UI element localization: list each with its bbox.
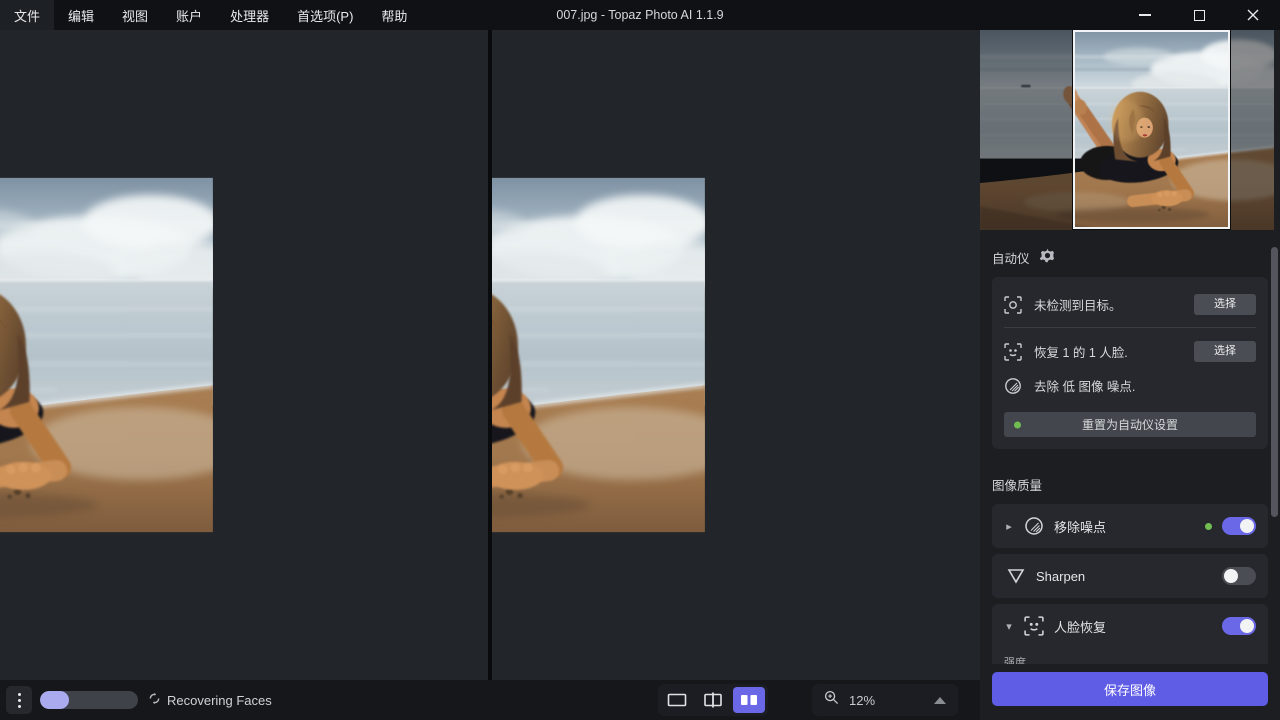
- viewport-rectangle[interactable]: [1073, 30, 1230, 229]
- menu-help[interactable]: 帮助: [367, 0, 421, 30]
- sharpen-label: Sharpen: [1036, 569, 1085, 584]
- remove-noise-label: 移除噪点: [1054, 517, 1106, 536]
- subject-detect-text: 未检测到目标。: [1034, 295, 1122, 314]
- single-view-button[interactable]: [661, 687, 693, 713]
- menu-account[interactable]: 账户: [162, 0, 216, 30]
- face-recovery-label: 人脸恢复: [1054, 617, 1106, 636]
- reset-autopilot-label: 重置为自动仪设置: [1082, 418, 1178, 432]
- face-detect-text: 恢复 1 的 1 人脸.: [1034, 342, 1128, 361]
- progress-bar: [40, 691, 138, 709]
- panel-scrollbar[interactable]: [1271, 247, 1278, 517]
- navigator-thumbnail[interactable]: [980, 30, 1274, 230]
- face-detect-icon: [1004, 343, 1022, 361]
- sharpen-header[interactable]: Sharpen: [992, 554, 1268, 598]
- menu-view[interactable]: 视图: [108, 0, 162, 30]
- face-recovery-header[interactable]: ▾ 人脸恢复: [992, 604, 1268, 648]
- toggle-knob: [1224, 569, 1238, 583]
- toggle-knob: [1240, 619, 1254, 633]
- zoom-in-icon[interactable]: [824, 690, 839, 710]
- minimize-icon: [1139, 14, 1151, 16]
- menu-file[interactable]: 文件: [0, 0, 54, 30]
- noise-summary-row: 去除 低 图像 噪点.: [1004, 369, 1256, 402]
- window-controls: [1118, 0, 1280, 30]
- divider: [1004, 327, 1256, 328]
- subject-detect-icon: [1004, 296, 1022, 314]
- sharpen-card: Sharpen: [992, 554, 1268, 598]
- caret-up-icon[interactable]: [934, 697, 946, 704]
- autopilot-title: 自动仪: [992, 248, 1030, 267]
- autopilot-card: 未检测到目标。 选择 恢复 1 的 1 人脸. 选择: [992, 277, 1268, 449]
- save-area: 保存图像: [980, 664, 1280, 720]
- image-quality-title: 图像质量: [992, 475, 1042, 494]
- toggle-knob: [1240, 519, 1254, 533]
- remove-noise-card: ▸ 移除噪点: [992, 504, 1268, 548]
- side-by-side-view-button[interactable]: [733, 687, 765, 713]
- thumbnail-dim-right: [1230, 30, 1274, 230]
- zoom-control[interactable]: 12%: [812, 684, 958, 716]
- app-window: 文件 编辑 视图 账户 处理器 首选项(P) 帮助 007.jpg - Topa…: [0, 0, 1280, 720]
- face-select-button[interactable]: 选择: [1194, 341, 1256, 362]
- remove-noise-icon: [1024, 516, 1044, 536]
- settings-panel: 自动仪 未检测到目标。 选择: [980, 30, 1280, 720]
- autopilot-dot-icon: [1014, 421, 1021, 428]
- menu-edit[interactable]: 编辑: [54, 0, 108, 30]
- maximize-button[interactable]: [1172, 0, 1226, 30]
- comparison-canvas[interactable]: [0, 30, 980, 680]
- menu-processor[interactable]: 处理器: [216, 0, 283, 30]
- chevron-right-icon[interactable]: ▸: [1004, 520, 1014, 533]
- split-view-button[interactable]: [697, 687, 729, 713]
- sharpen-toggle[interactable]: [1222, 567, 1256, 585]
- subject-detect-row: 未检测到目标。 选择: [1004, 287, 1256, 322]
- face-recovery-card: ▾ 人脸恢复 强度: [992, 604, 1268, 664]
- face-recovery-body: 强度 100 1人脸选择 选择: [992, 648, 1268, 664]
- status-bar: Recovering Faces 12%: [0, 680, 980, 720]
- after-image[interactable]: [492, 30, 980, 680]
- save-image-button[interactable]: 保存图像: [992, 672, 1268, 706]
- spinner-icon: [148, 692, 161, 708]
- zoom-level[interactable]: 12%: [849, 693, 875, 708]
- noise-summary-text: 去除 低 图像 噪点.: [1034, 376, 1135, 395]
- remove-noise-toggle[interactable]: [1222, 517, 1256, 535]
- sharpen-icon: [1006, 566, 1026, 586]
- maximize-icon: [1194, 10, 1205, 21]
- menu-bar: 文件 编辑 视图 账户 处理器 首选项(P) 帮助: [0, 0, 421, 30]
- remove-noise-header[interactable]: ▸ 移除噪点: [992, 504, 1268, 548]
- gear-icon[interactable]: [1040, 248, 1055, 267]
- face-recovery-toggle[interactable]: [1222, 617, 1256, 635]
- titlebar: 文件 编辑 视图 账户 处理器 首选项(P) 帮助 007.jpg - Topa…: [0, 0, 1280, 30]
- progress-fill: [40, 691, 69, 709]
- subject-select-button[interactable]: 选择: [1194, 294, 1256, 315]
- before-image[interactable]: [0, 30, 488, 680]
- settings-scroll-area: 自动仪 未检测到目标。 选择: [980, 230, 1280, 664]
- window-title: 007.jpg - Topaz Photo AI 1.1.9: [556, 8, 723, 22]
- minimize-button[interactable]: [1118, 0, 1172, 30]
- thumbnail-dim-left: [980, 30, 1073, 230]
- chevron-down-icon[interactable]: ▾: [1004, 620, 1014, 633]
- autopilot-dot-icon: [1205, 523, 1212, 530]
- view-mode-group: [658, 684, 768, 716]
- overflow-menu-button[interactable]: [6, 686, 32, 714]
- strength-label: 强度: [1004, 654, 1256, 664]
- noise-icon: [1004, 377, 1022, 395]
- reset-autopilot-button[interactable]: 重置为自动仪设置: [1004, 412, 1256, 437]
- menu-preferences[interactable]: 首选项(P): [283, 0, 367, 30]
- face-detect-row: 恢复 1 的 1 人脸. 选择: [1004, 334, 1256, 369]
- close-button[interactable]: [1226, 0, 1280, 30]
- close-icon: [1247, 9, 1259, 21]
- face-recovery-icon: [1024, 616, 1044, 636]
- status-text: Recovering Faces: [167, 693, 272, 708]
